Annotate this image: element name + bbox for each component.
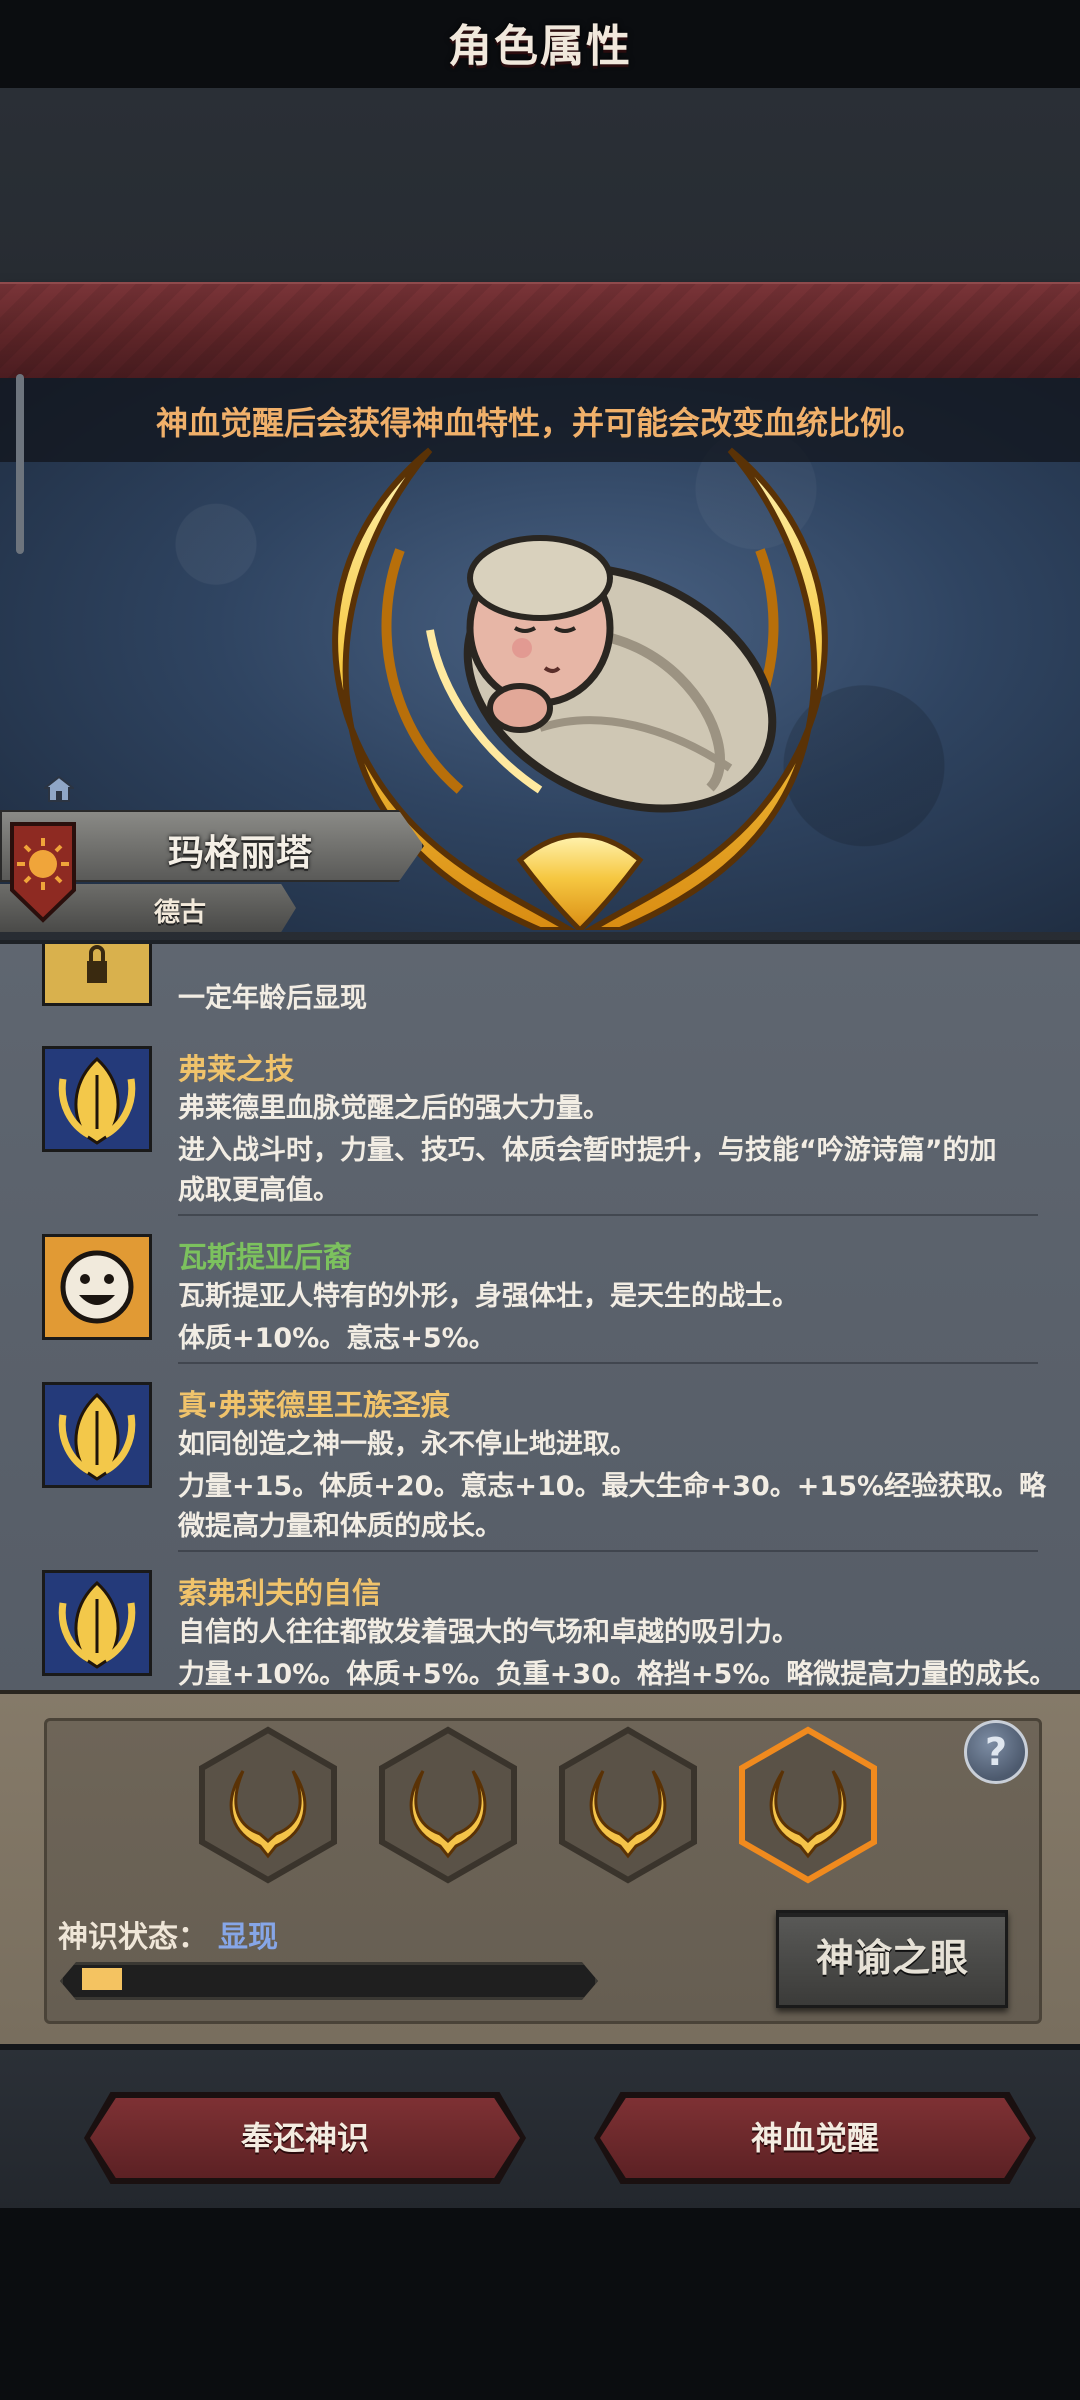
scrollbar[interactable]	[16, 374, 24, 554]
smiley-face-icon	[42, 1234, 152, 1340]
trait-desc: 瓦斯提亚人特有的外形，身强体壮，是天生的战士。	[178, 1281, 799, 1312]
character-origin: 德古	[153, 898, 206, 928]
return-god-sense-button[interactable]: 奉还神识	[90, 2098, 520, 2178]
state-label: 神识状态：	[58, 1920, 208, 1955]
wing-emblem-slot-3[interactable]	[558, 1726, 698, 1884]
trait-effect: 力量+10%。体质+5%。负重+30。格挡+5%。略微提高力量的成长。	[178, 1659, 1057, 1690]
trait-title: 真·弗莱德里王族圣痕	[178, 1388, 451, 1422]
trait-item-frey-skill[interactable]: 弗莱之技 弗莱德里血脉觉醒之后的强大力量。 进入战斗时，力量、技巧、体质会暂时提…	[0, 1042, 1040, 1222]
trait-effect: 微提高力量和体质的成长。	[178, 1511, 502, 1542]
header-bar	[0, 282, 1080, 380]
blood-crest-icon	[42, 1382, 152, 1488]
trait-desc: 自信的人往往都散发着强大的气场和卓越的吸引力。	[178, 1617, 799, 1648]
trait-title: 瓦斯提亚后裔	[178, 1240, 353, 1274]
character-avatar	[463, 535, 777, 813]
wing-emblem-slot-4-selected[interactable]	[738, 1726, 878, 1884]
lock-icon	[42, 944, 152, 1006]
trait-desc: 弗莱德里血脉觉醒之后的强大力量。	[178, 1093, 610, 1124]
blood-crest-icon	[42, 1046, 152, 1152]
wing-emblem-slot-2[interactable]	[378, 1726, 518, 1884]
trait-item-royal-stigma[interactable]: 真·弗莱德里王族圣痕 如同创造之神一般，永不停止地进取。 力量+15。体质+20…	[0, 1378, 1046, 1558]
character-name[interactable]: 玛格丽塔	[110, 824, 370, 876]
progress-fill	[82, 1968, 122, 1990]
trait-title: 索弗利夫的自信	[178, 1576, 382, 1610]
wing-emblem-slot-1[interactable]	[198, 1726, 338, 1884]
trait-item-confidence[interactable]: 索弗利夫的自信 自信的人往往都散发着强大的气场和卓越的吸引力。 力量+10%。体…	[0, 1566, 1056, 1692]
trait-effect: 成取更高值。	[178, 1175, 340, 1206]
state-value: 显现	[218, 1920, 278, 1955]
help-button[interactable]: ?	[964, 1720, 1028, 1784]
sun-banner-icon	[10, 822, 76, 923]
trait-effect: 体质+10%。意志+5%。	[178, 1323, 496, 1354]
trait-desc: 一定年龄后显现	[178, 983, 367, 1014]
blood-awaken-button[interactable]: 神血觉醒	[600, 2098, 1030, 2178]
page-title: 角色属性	[448, 21, 632, 72]
trait-effect: 进入战斗时，力量、技巧、体质会暂时提升，与技能“吟游诗篇”的加	[178, 1135, 997, 1166]
home-icon[interactable]	[44, 776, 74, 802]
trait-effect: 力量+15。体质+20。意志+10。最大生命+30。+15%经验获取。略	[178, 1471, 1047, 1502]
trait-list[interactable]: 一定年龄后显现 弗莱之技 弗莱德里血脉觉醒之后的强大力量。 进入战斗时，力量、技…	[0, 940, 1080, 1692]
god-sense-progress-bar	[60, 1962, 598, 2000]
blood-crest-icon	[42, 1570, 152, 1676]
trait-item-vastia[interactable]: 瓦斯提亚后裔 瓦斯提亚人特有的外形，身强体壮，是天生的战士。 体质+10%。意志…	[0, 1230, 1040, 1370]
trait-title: 弗莱之技	[178, 1052, 295, 1086]
oracle-eye-button[interactable]: 神谕之眼	[776, 1910, 1008, 2008]
trait-item-hidden[interactable]: 一定年龄后显现	[0, 944, 1040, 1024]
trait-desc: 如同创造之神一般，永不停止地进取。	[178, 1429, 637, 1460]
